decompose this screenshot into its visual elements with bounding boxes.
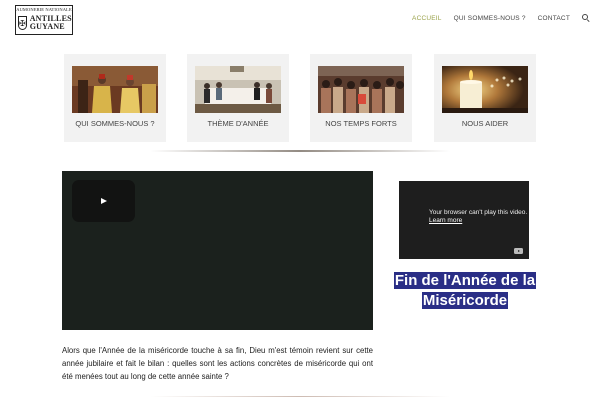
nav-item-qui-sommes-nous[interactable]: QUI SOMMES-NOUS ? [454,15,526,22]
section-divider [150,150,450,152]
card-image-crowd [318,66,404,113]
card-temps-forts[interactable]: NOS TEMPS FORTS [310,54,412,142]
logo-body: ✠ ANTILLES GUYANE [16,12,72,34]
site-logo[interactable]: AUMONERIE NATIONALE ✠ ANTILLES GUYANE [15,5,73,35]
logo-line-2: GUYANE [29,22,65,31]
card-nous-aider[interactable]: NOUS AIDER [434,54,536,142]
card-qui-sommes-nous[interactable]: QUI SOMMES-NOUS ? [64,54,166,142]
nav-item-accueil[interactable]: ACCUEIL [412,15,442,22]
play-icon [100,198,107,204]
main-video-player[interactable] [62,171,373,330]
crest-icon: ✠ [18,16,27,30]
learn-more-link[interactable]: Learn more [429,217,462,224]
side-title-text: Fin de l'Année de la Miséricorde [393,272,537,309]
side-video-player[interactable]: Your browser can't play this video. Lear… [399,181,529,259]
feature-cards: QUI SOMMES-NOUS ? THÈME D'ANNÉE NOS TEMP… [64,54,536,142]
article-description: Alors que l'Année de la miséricorde touc… [62,346,373,381]
play-button[interactable] [72,180,135,222]
video-error-text: Your browser can't play this video. [429,209,528,216]
card-theme-annee[interactable]: THÈME D'ANNÉE [187,54,289,142]
card-label: NOS TEMPS FORTS [325,119,397,128]
video-error-message: Your browser can't play this video. Lear… [429,209,527,225]
main-nav: ACCUEIL QUI SOMMES-NOUS ? CONTACT [400,14,590,23]
card-label: NOUS AIDER [461,119,509,128]
card-image-clergy [72,66,158,113]
youtube-icon[interactable] [514,248,523,254]
search-icon[interactable] [582,14,590,23]
bottom-divider [150,396,450,397]
side-article-title[interactable]: Fin de l'Année de la Miséricorde [392,271,538,311]
header: AUMONERIE NATIONALE ✠ ANTILLES GUYANE AC… [0,0,600,40]
logo-name: ANTILLES GUYANE [30,15,72,31]
nav-item-contact[interactable]: CONTACT [538,15,570,22]
card-image-gathering [195,66,281,113]
card-label: THÈME D'ANNÉE [207,119,269,128]
card-label: QUI SOMMES-NOUS ? [75,119,155,128]
card-image-candle [442,66,528,113]
